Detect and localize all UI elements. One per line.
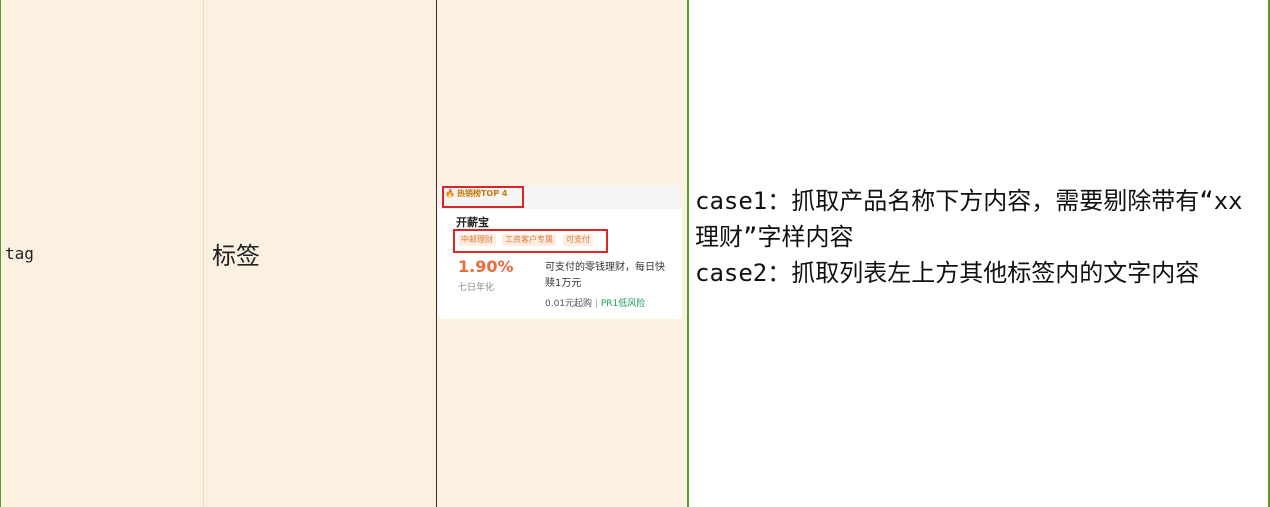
table-row: tag 标签 case1：抓取产品名称下方内容，需要剔除带有“xx理财”字样内容… bbox=[0, 0, 1270, 507]
product-name: 开薪宝 bbox=[456, 216, 489, 229]
field-cell: tag bbox=[0, 0, 204, 507]
rate-value: 1.90% bbox=[458, 257, 514, 276]
product-description: 可支付的零钱理财，每日快赎1万元 bbox=[545, 262, 665, 289]
hot-badge-text: 热销榜TOP 4 bbox=[456, 189, 508, 198]
meta-separator: | bbox=[594, 299, 598, 309]
description-cell: case1：抓取产品名称下方内容，需要剔除带有“xx理财”字样内容 case2：… bbox=[689, 0, 1270, 507]
field-name: tag bbox=[5, 244, 34, 263]
product-card-screenshot: 🔥 热销榜TOP 4 开薪宝 中邮理财 工资客户专属 可支付 1.90% 七日年化… bbox=[438, 185, 682, 319]
fire-icon: 🔥 bbox=[445, 189, 455, 198]
risk-level: PR1低风险 bbox=[600, 299, 646, 309]
field-label-zh: 标签 bbox=[212, 242, 260, 270]
min-amount: 0.01元起购 bbox=[545, 299, 593, 309]
product-tag: 中邮理财 bbox=[458, 234, 496, 246]
rate-label: 七日年化 bbox=[458, 283, 495, 293]
product-meta: 0.01元起购 | PR1低风险 bbox=[545, 296, 645, 309]
label-cell: 标签 bbox=[204, 0, 437, 507]
rule-description: case1：抓取产品名称下方内容，需要剔除带有“xx理财”字样内容 case2：… bbox=[695, 187, 1243, 287]
hot-badge: 🔥 热销榜TOP 4 bbox=[445, 188, 507, 199]
product-tag: 可支付 bbox=[563, 234, 593, 246]
product-tag: 工资客户专属 bbox=[502, 234, 556, 246]
